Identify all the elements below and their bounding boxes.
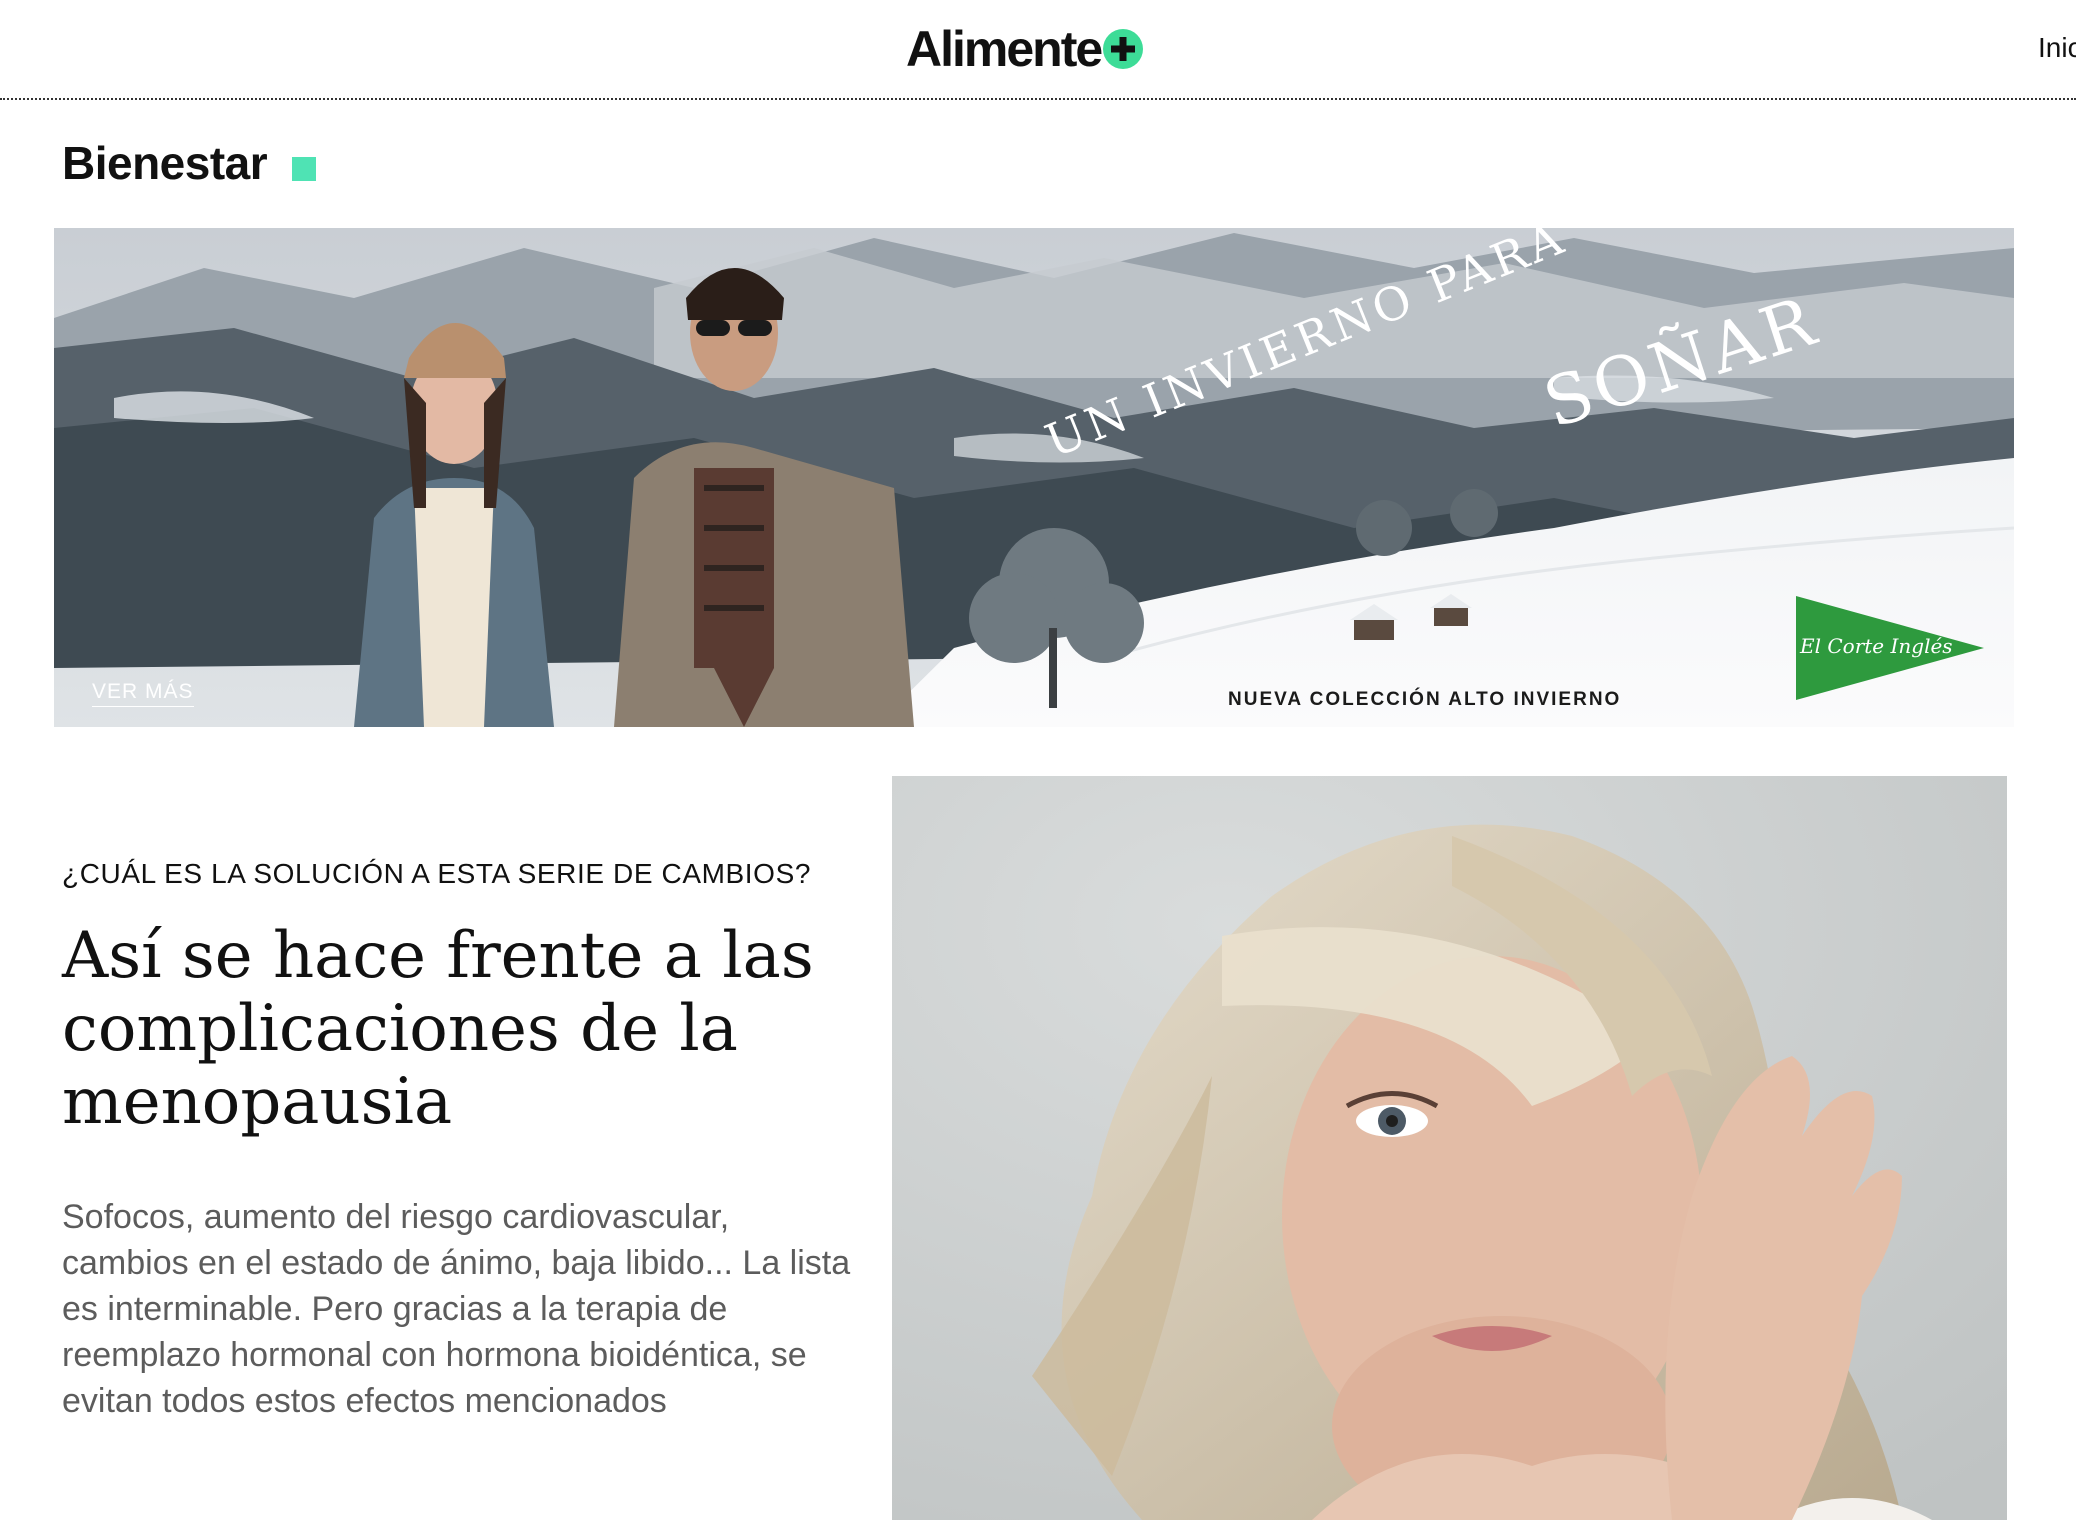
logo-wordmark: Alimente: [906, 21, 1103, 77]
article-image[interactable]: [892, 776, 2007, 1520]
article-kicker: ¿CUÁL ES LA SOLUCIÓN A ESTA SERIE DE CAM…: [62, 858, 812, 889]
article-summary: Sofocos, aumento del riesgo cardiovascul…: [62, 1198, 851, 1420]
ad-banner[interactable]: UN INVIERNO PARA SOÑAR El Corte Inglés V…: [54, 228, 2014, 727]
site-logo[interactable]: Alimente: [906, 18, 1144, 80]
section-marker: [292, 157, 316, 181]
ver-mas-link[interactable]: VER MÁS: [92, 680, 194, 707]
woman-portrait: [892, 776, 2007, 1520]
nav-link-inicio[interactable]: Inic: [2038, 32, 2076, 64]
banner-scene: UN INVIERNO PARA SOÑAR El Corte Inglés: [54, 228, 2014, 727]
plus-circle-icon: [1103, 29, 1144, 69]
section-title: Bienestar: [62, 137, 268, 189]
svg-text:El Corte Inglés: El Corte Inglés: [1799, 634, 1953, 658]
site-header: Alimente Inic: [0, 0, 2076, 100]
article-headline[interactable]: Así se hace frente a las complicaciones …: [62, 920, 862, 1139]
banner-tagline: NUEVA COLECCIÓN ALTO INVIERNO: [1228, 689, 1622, 710]
